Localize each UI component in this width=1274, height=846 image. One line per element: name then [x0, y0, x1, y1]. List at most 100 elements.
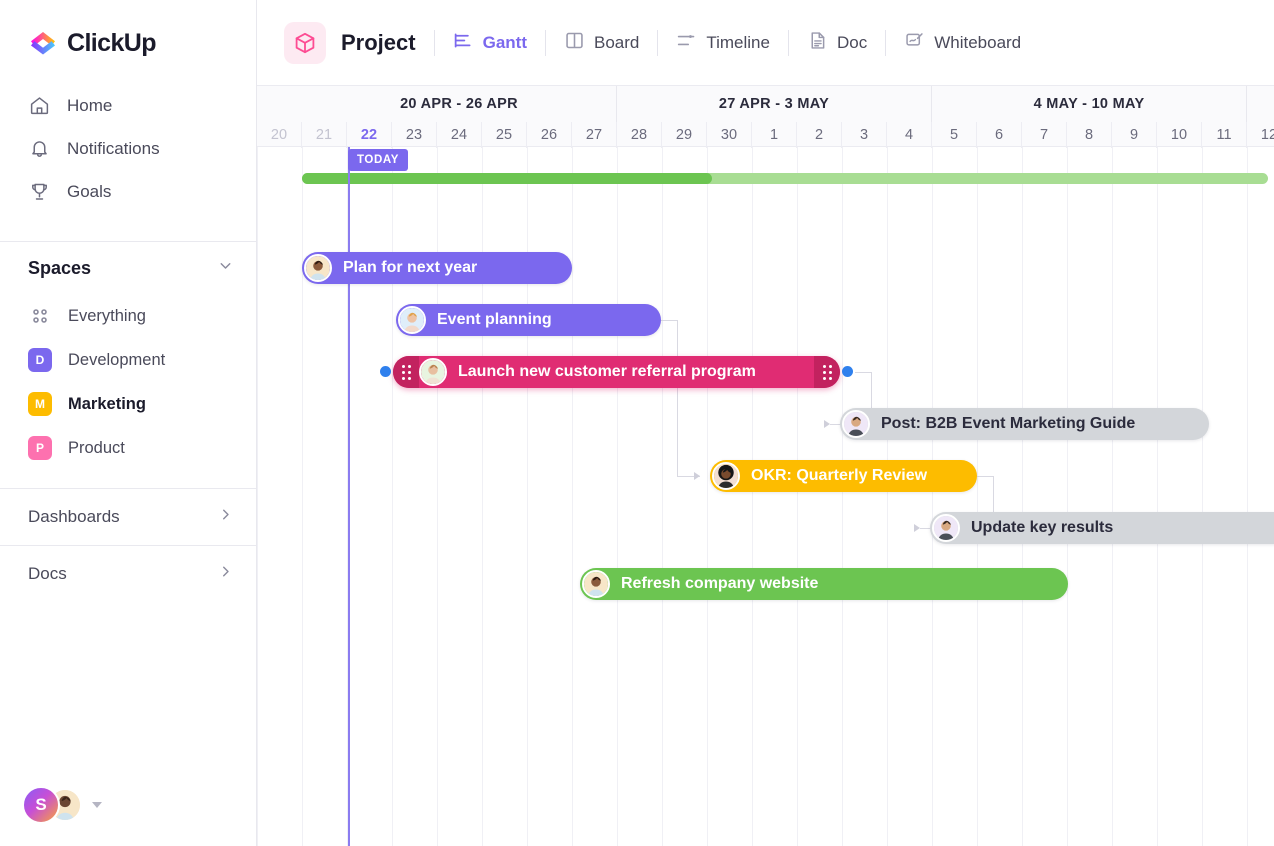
sidebar-item-dashboards[interactable]: Dashboards — [0, 489, 256, 545]
day-cell-22[interactable]: 22 — [347, 122, 392, 148]
user-avatar-group[interactable]: S — [22, 786, 102, 824]
day-cell-21[interactable]: 21 — [302, 122, 347, 148]
gantt-task-bar[interactable]: Launch new customer referral program — [393, 356, 840, 388]
gantt-task-bar[interactable]: Event planning — [396, 304, 661, 336]
assignee-avatar[interactable] — [582, 570, 610, 598]
sidebar-label-development: Development — [68, 350, 166, 369]
grid-line — [1112, 147, 1113, 846]
nav-item-notifications[interactable]: Notifications — [0, 127, 256, 170]
day-cell-29[interactable]: 29 — [662, 122, 707, 148]
sidebar-label-everything: Everything — [68, 306, 146, 325]
grid-line — [1022, 147, 1023, 846]
grid-line — [302, 147, 303, 846]
day-cell-5[interactable]: 5 — [932, 122, 977, 148]
resize-handle-left[interactable] — [393, 356, 419, 388]
space-badge-development: D — [28, 348, 52, 372]
week-label: 20 APR - 26 APR — [302, 86, 617, 122]
dependency-arrow-icon — [824, 420, 830, 428]
nav-label-notifications: Notifications — [67, 138, 160, 158]
resize-handle-right[interactable] — [814, 356, 840, 388]
top-toolbar: Project Gantt Board Timeline Doc Whitebo… — [257, 0, 1274, 85]
day-cell-23[interactable]: 23 — [392, 122, 437, 148]
gantt-task-bar[interactable]: Post: B2B Event Marketing Guide — [840, 408, 1209, 440]
day-cell-11[interactable]: 11 — [1202, 122, 1247, 148]
project-progress-fill — [302, 173, 712, 184]
day-cell-3[interactable]: 3 — [842, 122, 887, 148]
board-icon — [564, 30, 585, 56]
day-cell-6[interactable]: 6 — [977, 122, 1022, 148]
assignee-avatar[interactable] — [932, 514, 960, 542]
chevron-right-icon[interactable] — [217, 563, 234, 585]
gantt-task-bar[interactable]: Update key results — [930, 512, 1274, 544]
sidebar-item-docs[interactable]: Docs — [0, 546, 256, 602]
day-cell-2[interactable]: 2 — [797, 122, 842, 148]
sidebar-item-development[interactable]: D Development — [0, 338, 256, 382]
day-cell-1[interactable]: 1 — [752, 122, 797, 148]
whiteboard-icon — [904, 30, 925, 56]
grid-line — [842, 147, 843, 846]
sidebar-label-marketing: Marketing — [68, 394, 146, 413]
brand-logo[interactable]: ClickUp — [0, 0, 256, 58]
task-name: Update key results — [971, 519, 1114, 536]
divider — [657, 29, 659, 56]
divider — [787, 29, 789, 56]
gantt-task-bar[interactable]: Plan for next year — [302, 252, 572, 284]
sidebar-label-product: Product — [68, 438, 125, 457]
tab-board[interactable]: Board — [564, 30, 639, 56]
grid-line — [932, 147, 933, 846]
gantt-grid[interactable]: TODAY Plan for next year Event planning … — [257, 147, 1274, 846]
assignee-avatar[interactable] — [304, 254, 332, 282]
day-cell-25[interactable]: 25 — [482, 122, 527, 148]
assignee-avatar[interactable] — [419, 358, 447, 386]
day-cell-8[interactable]: 8 — [1067, 122, 1112, 148]
home-icon — [28, 95, 50, 117]
day-cell-12[interactable]: 12 — [1247, 122, 1274, 148]
task-name: Event planning — [437, 311, 552, 328]
tab-timeline[interactable]: Timeline — [676, 30, 770, 56]
brand-name: ClickUp — [67, 28, 156, 57]
week-label: 4 MAY - 10 MAY — [932, 86, 1247, 122]
grid-line — [1067, 147, 1068, 846]
chevron-down-icon[interactable] — [217, 257, 234, 279]
day-cell-7[interactable]: 7 — [1022, 122, 1067, 148]
sidebar-item-product[interactable]: P Product — [0, 426, 256, 470]
chevron-down-icon[interactable] — [92, 802, 102, 808]
gantt-task-bar[interactable]: OKR: Quarterly Review — [710, 460, 977, 492]
tab-label-whiteboard: Whiteboard — [934, 32, 1022, 52]
day-cell-30[interactable]: 30 — [707, 122, 752, 148]
task-name: OKR: Quarterly Review — [751, 467, 928, 484]
grid-dots-icon — [28, 304, 52, 328]
tab-gantt[interactable]: Gantt — [453, 30, 527, 56]
space-badge-product: P — [28, 436, 52, 460]
day-cell-4[interactable]: 4 — [887, 122, 932, 148]
dependency-handle-left[interactable] — [380, 366, 391, 377]
grid-line — [707, 147, 708, 846]
sidebar-item-marketing[interactable]: M Marketing — [0, 382, 256, 426]
day-cell-27[interactable]: 27 — [572, 122, 617, 148]
tab-whiteboard[interactable]: Whiteboard — [904, 30, 1021, 56]
day-cell-24[interactable]: 24 — [437, 122, 482, 148]
sidebar-item-everything[interactable]: Everything — [0, 294, 256, 338]
day-cell-26[interactable]: 26 — [527, 122, 572, 148]
assignee-avatar[interactable] — [842, 410, 870, 438]
nav-item-goals[interactable]: Goals — [0, 170, 256, 213]
nav-item-home[interactable]: Home — [0, 84, 256, 127]
tab-label-doc: Doc — [836, 32, 868, 52]
assignee-avatar[interactable] — [712, 462, 740, 490]
task-name: Refresh company website — [621, 575, 819, 592]
day-cell-28[interactable]: 28 — [617, 122, 662, 148]
sidebar-label-docs: Docs — [28, 564, 67, 583]
day-cell-9[interactable]: 9 — [1112, 122, 1157, 148]
divider — [544, 29, 546, 56]
chevron-right-icon[interactable] — [217, 506, 234, 528]
tab-doc[interactable]: Doc — [807, 30, 867, 56]
gantt-task-bar[interactable]: Refresh company website — [580, 568, 1068, 600]
day-cell-20[interactable]: 20 — [257, 122, 302, 148]
space-badge-marketing: M — [28, 392, 52, 416]
page-title: Project — [341, 29, 416, 55]
day-cell-10[interactable]: 10 — [1157, 122, 1202, 148]
spaces-section-header[interactable]: Spaces — [0, 242, 256, 294]
workspace-avatar[interactable]: S — [22, 786, 60, 824]
dependency-handle-right[interactable] — [842, 366, 853, 377]
assignee-avatar[interactable] — [398, 306, 426, 334]
